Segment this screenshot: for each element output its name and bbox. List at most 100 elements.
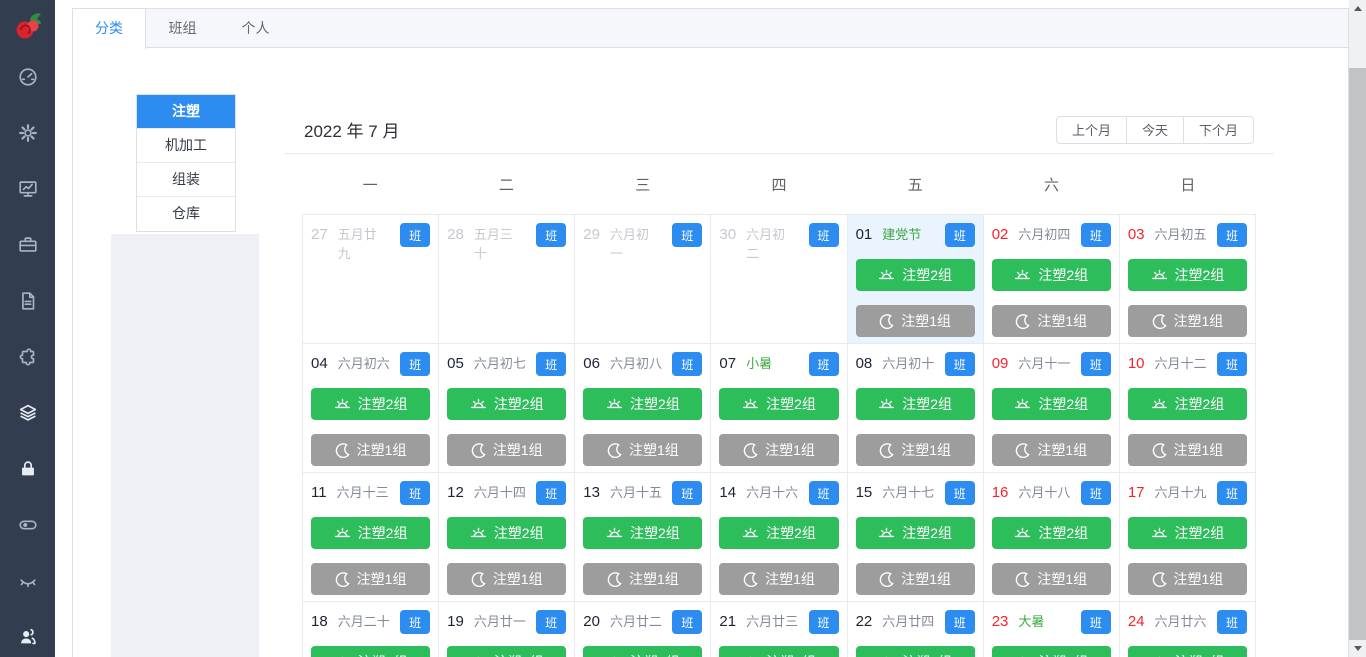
night-shift-button[interactable]: 注塑1组 [447,434,567,466]
night-shift-button[interactable]: 注塑1组 [991,434,1111,466]
day-shift-button[interactable]: 注塑2组 [991,259,1111,291]
night-shift-button[interactable]: 注塑1组 [583,434,703,466]
shift-badge[interactable]: 班 [672,352,703,376]
category-item[interactable]: 仓库 [137,197,235,231]
calendar-cell[interactable]: 15 六月十七 班 注塑2组 注塑1组 [847,473,984,602]
day-shift-button[interactable]: 注塑2组 [447,388,567,420]
calendar-cell[interactable]: 17 六月十九 班 注塑2组 注塑1组 [1119,473,1256,602]
tab-2[interactable]: 个人 [219,9,292,47]
shift-badge[interactable]: 班 [1080,610,1111,634]
shift-badge[interactable]: 班 [536,481,567,505]
prev-month-button[interactable]: 上个月 [1055,115,1127,144]
day-shift-button[interactable]: 注塑2组 [583,388,703,420]
day-shift-button[interactable]: 注塑2组 [1127,646,1247,657]
shift-badge[interactable]: 班 [944,610,975,634]
briefcase-icon[interactable] [16,233,40,257]
calendar-cell[interactable]: 14 六月十六 班 注塑2组 注塑1组 [711,473,848,602]
scrollbar-thumb[interactable] [1349,68,1366,640]
calendar-cell[interactable]: 16 六月十八 班 注塑2组 注塑1组 [983,473,1120,602]
calendar-cell[interactable]: 10 六月十二 班 注塑2组 注塑1组 [1119,344,1256,473]
scrollbar-up-arrow[interactable] [1349,0,1366,17]
shift-badge[interactable]: 班 [808,352,839,376]
shift-badge[interactable]: 班 [400,481,431,505]
day-shift-button[interactable]: 注塑2组 [447,517,567,549]
day-shift-button[interactable]: 注塑2组 [719,388,839,420]
shift-badge[interactable]: 班 [672,481,703,505]
document-icon[interactable] [16,289,40,313]
night-shift-button[interactable]: 注塑1组 [1127,305,1247,337]
calendar-cell[interactable]: 12 六月十四 班 注塑2组 注塑1组 [439,473,576,602]
night-shift-button[interactable]: 注塑1组 [991,305,1111,337]
shift-badge[interactable]: 班 [1080,352,1111,376]
shift-badge[interactable]: 班 [1216,610,1247,634]
tab-0[interactable]: 分类 [73,9,146,49]
night-shift-button[interactable]: 注塑1组 [855,434,975,466]
settings-icon[interactable] [16,121,40,145]
shift-badge[interactable]: 班 [944,352,975,376]
next-month-button[interactable]: 下个月 [1183,115,1254,144]
shift-badge[interactable]: 班 [672,223,703,247]
shift-badge[interactable]: 班 [1216,223,1247,247]
night-shift-button[interactable]: 注塑1组 [583,563,703,595]
calendar-cell[interactable]: 03 六月初五 班 注塑2组 注塑1组 [1119,215,1256,344]
night-shift-button[interactable]: 注塑1组 [1127,563,1247,595]
calendar-cell[interactable]: 02 六月初四 班 注塑2组 注塑1组 [983,215,1120,344]
night-shift-button[interactable]: 注塑1组 [447,563,567,595]
day-shift-button[interactable]: 注塑2组 [311,517,431,549]
eye-closed-icon[interactable] [16,569,40,593]
calendar-cell[interactable]: 21 六月廿三 班 注塑2组 注塑1组 [711,602,848,657]
day-shift-button[interactable]: 注塑2组 [1127,388,1247,420]
tab-1[interactable]: 班组 [146,9,219,47]
night-shift-button[interactable]: 注塑1组 [311,563,431,595]
shift-badge[interactable]: 班 [536,223,567,247]
night-shift-button[interactable]: 注塑1组 [855,563,975,595]
day-shift-button[interactable]: 注塑2组 [1127,517,1247,549]
calendar-cell[interactable]: 20 六月廿二 班 注塑2组 注塑1组 [575,602,712,657]
shift-badge[interactable]: 班 [808,481,839,505]
day-shift-button[interactable]: 注塑2组 [991,646,1111,657]
today-button[interactable]: 今天 [1126,115,1184,144]
day-shift-button[interactable]: 注塑2组 [855,646,975,657]
calendar-cell[interactable]: 23 大暑 班 注塑2组 注塑1组 [983,602,1120,657]
users-icon[interactable] [16,625,40,649]
day-shift-button[interactable]: 注塑2组 [583,517,703,549]
day-shift-button[interactable]: 注塑2组 [855,259,975,291]
calendar-cell[interactable]: 19 六月廿一 班 注塑2组 注塑1组 [439,602,576,657]
vertical-scrollbar[interactable] [1349,0,1366,657]
calendar-cell[interactable]: 24 六月廿六 班 注塑2组 注塑1组 [1119,602,1256,657]
night-shift-button[interactable]: 注塑1组 [719,434,839,466]
calendar-cell[interactable]: 06 六月初八 班 注塑2组 注塑1组 [575,344,712,473]
night-shift-button[interactable]: 注塑1组 [855,305,975,337]
night-shift-button[interactable]: 注塑1组 [991,563,1111,595]
night-shift-button[interactable]: 注塑1组 [719,563,839,595]
day-shift-button[interactable]: 注塑2组 [719,517,839,549]
category-item[interactable]: 组装 [137,163,235,197]
day-shift-button[interactable]: 注塑2组 [311,388,431,420]
calendar-cell[interactable]: 08 六月初十 班 注塑2组 注塑1组 [847,344,984,473]
shift-badge[interactable]: 班 [944,223,975,247]
day-shift-button[interactable]: 注塑2组 [991,517,1111,549]
shift-badge[interactable]: 班 [400,352,431,376]
calendar-cell[interactable]: 11 六月十三 班 注塑2组 注塑1组 [303,473,440,602]
calendar-cell[interactable]: 09 六月十一 班 注塑2组 注塑1组 [983,344,1120,473]
shift-badge[interactable]: 班 [1216,352,1247,376]
shift-badge[interactable]: 班 [536,610,567,634]
night-shift-button[interactable]: 注塑1组 [311,434,431,466]
shift-badge[interactable]: 班 [808,223,839,247]
calendar-cell[interactable]: 13 六月十五 班 注塑2组 注塑1组 [575,473,712,602]
calendar-cell[interactable]: 28 五月三十 班 [439,215,576,344]
monitor-chart-icon[interactable] [16,177,40,201]
scrollbar-down-arrow[interactable] [1349,640,1366,657]
calendar-cell[interactable]: 22 六月廿四 班 注塑2组 注塑1组 [847,602,984,657]
shift-badge[interactable]: 班 [672,610,703,634]
day-shift-button[interactable]: 注塑2组 [991,388,1111,420]
calendar-cell[interactable]: 30 六月初二 班 [711,215,848,344]
night-shift-button[interactable]: 注塑1组 [1127,434,1247,466]
shift-badge[interactable]: 班 [808,610,839,634]
category-item[interactable]: 注塑 [137,95,235,129]
calendar-cell[interactable]: 01 建党节 班 注塑2组 注塑1组 [847,215,984,344]
day-shift-button[interactable]: 注塑2组 [447,646,567,657]
shift-badge[interactable]: 班 [1080,481,1111,505]
shift-badge[interactable]: 班 [1080,223,1111,247]
day-shift-button[interactable]: 注塑2组 [583,646,703,657]
